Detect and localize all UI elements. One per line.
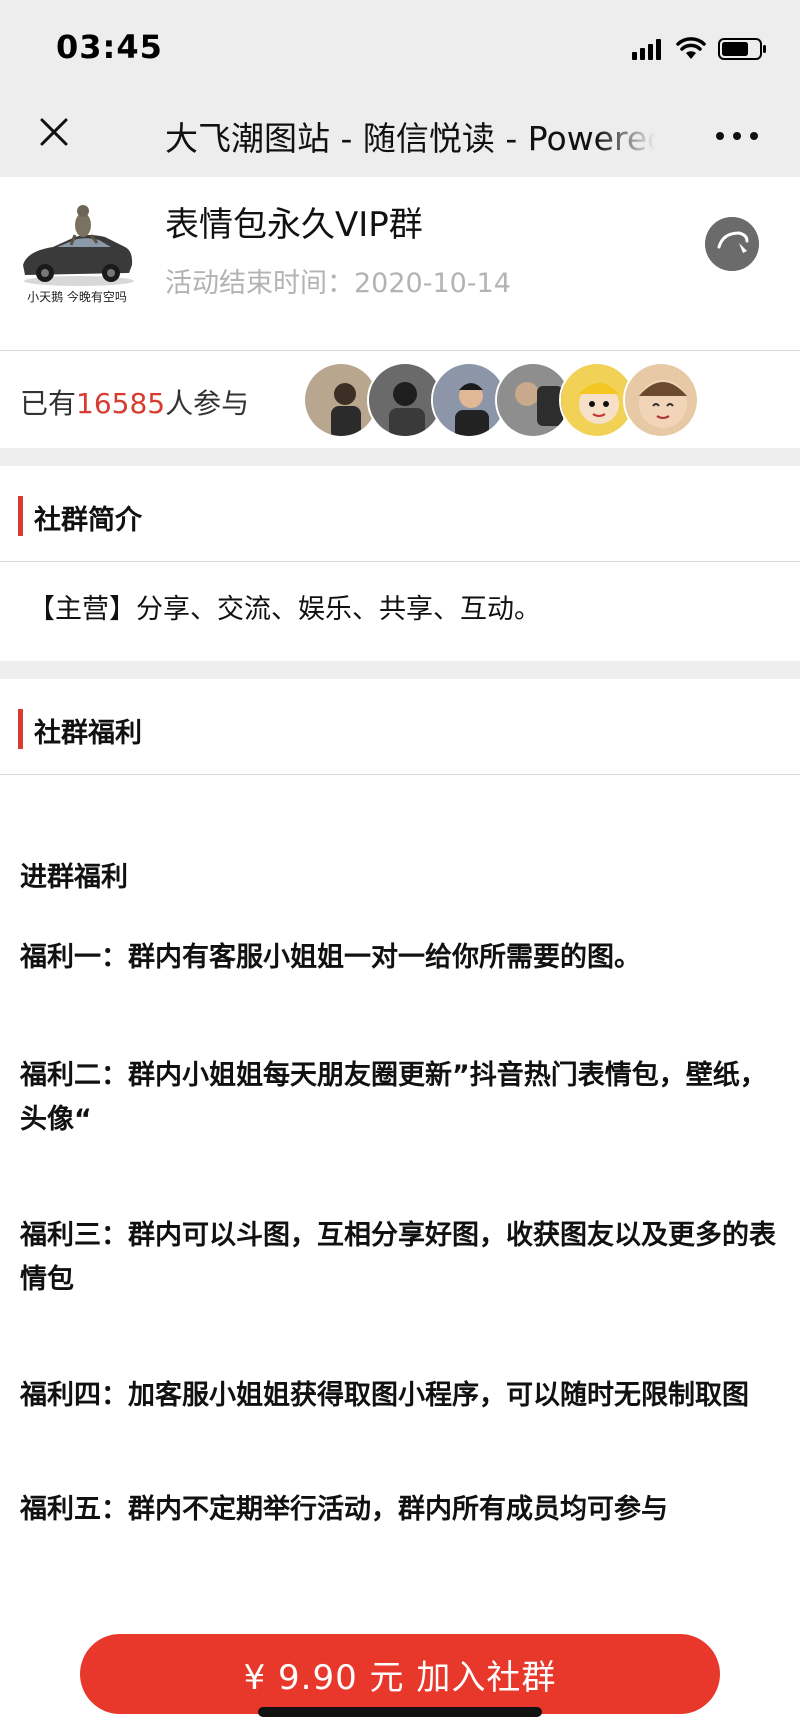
cover-caption: 小天鹅 今晚有空吗	[27, 290, 127, 304]
benefit-item: 福利二：群内小姐姐每天朋友圈更新”抖音热门表情包，壁纸，头像“	[20, 1060, 767, 1135]
close-icon[interactable]	[34, 112, 74, 152]
share-icon[interactable]	[705, 217, 759, 271]
participants-prefix: 已有	[20, 387, 77, 420]
benefit-item: 福利四：加客服小姐姐获得取图小程序，可以随时无限制取图	[20, 1380, 749, 1411]
top-bar: 03:45 大飞潮图站 - 随信悦读 - Powered by 随信悦读	[0, 0, 800, 177]
signal-icon	[632, 39, 661, 60]
section-title-intro: 社群简介	[34, 505, 142, 536]
section-divider	[0, 661, 800, 679]
participants-count: 16585	[76, 387, 166, 420]
section-accent-bar	[18, 709, 23, 749]
participants-count-text: 已有16585人参与	[20, 382, 249, 422]
intro-text: 【主营】分享、交流、娱乐、共享、互动。	[28, 594, 541, 625]
car-illustration	[17, 195, 137, 290]
avatar	[623, 362, 699, 438]
participants-suffix: 人参与	[165, 387, 250, 420]
more-icon[interactable]	[712, 121, 762, 151]
intro-content: 【主营】分享、交流、娱乐、共享、互动。	[0, 563, 800, 661]
section-header-intro: 社群简介	[0, 466, 800, 562]
status-time: 03:45	[56, 28, 163, 66]
benefit-item: 进群福利	[20, 862, 128, 893]
section-header-benefits: 社群福利	[0, 679, 800, 775]
group-header: 小天鹅 今晚有空吗 表情包永久VIP群 活动结束时间：2020-10-14	[0, 177, 800, 351]
wifi-icon	[676, 37, 706, 59]
status-icons	[632, 34, 768, 64]
group-cover-image: 小天鹅 今晚有空吗	[17, 195, 137, 309]
join-group-button[interactable]: ¥ 9.90 元 加入社群	[80, 1634, 720, 1714]
benefits-content: 进群福利 福利一：群内有客服小姐姐一对一给你所需要的图。 福利二：群内小姐姐每天…	[0, 776, 800, 1606]
participants-row: 已有16585人参与	[0, 352, 800, 448]
page-title: 大飞潮图站 - 随信悦读 - Powered by 随信悦读	[165, 119, 655, 158]
battery-icon	[718, 38, 766, 60]
section-divider	[0, 448, 800, 466]
end-time: 活动结束时间：2020-10-14	[165, 268, 511, 299]
benefit-item: 福利五：群内不定期举行活动，群内所有成员均可参与	[20, 1494, 668, 1525]
benefit-item: 福利一：群内有客服小姐姐一对一给你所需要的图。	[20, 942, 641, 973]
benefit-item: 福利三：群内可以斗图，互相分享好图，收获图友以及更多的表情包	[20, 1220, 776, 1295]
home-indicator	[258, 1707, 542, 1717]
group-name: 表情包永久VIP群	[165, 205, 423, 245]
section-title-benefits: 社群福利	[34, 718, 142, 749]
section-accent-bar	[18, 496, 23, 536]
